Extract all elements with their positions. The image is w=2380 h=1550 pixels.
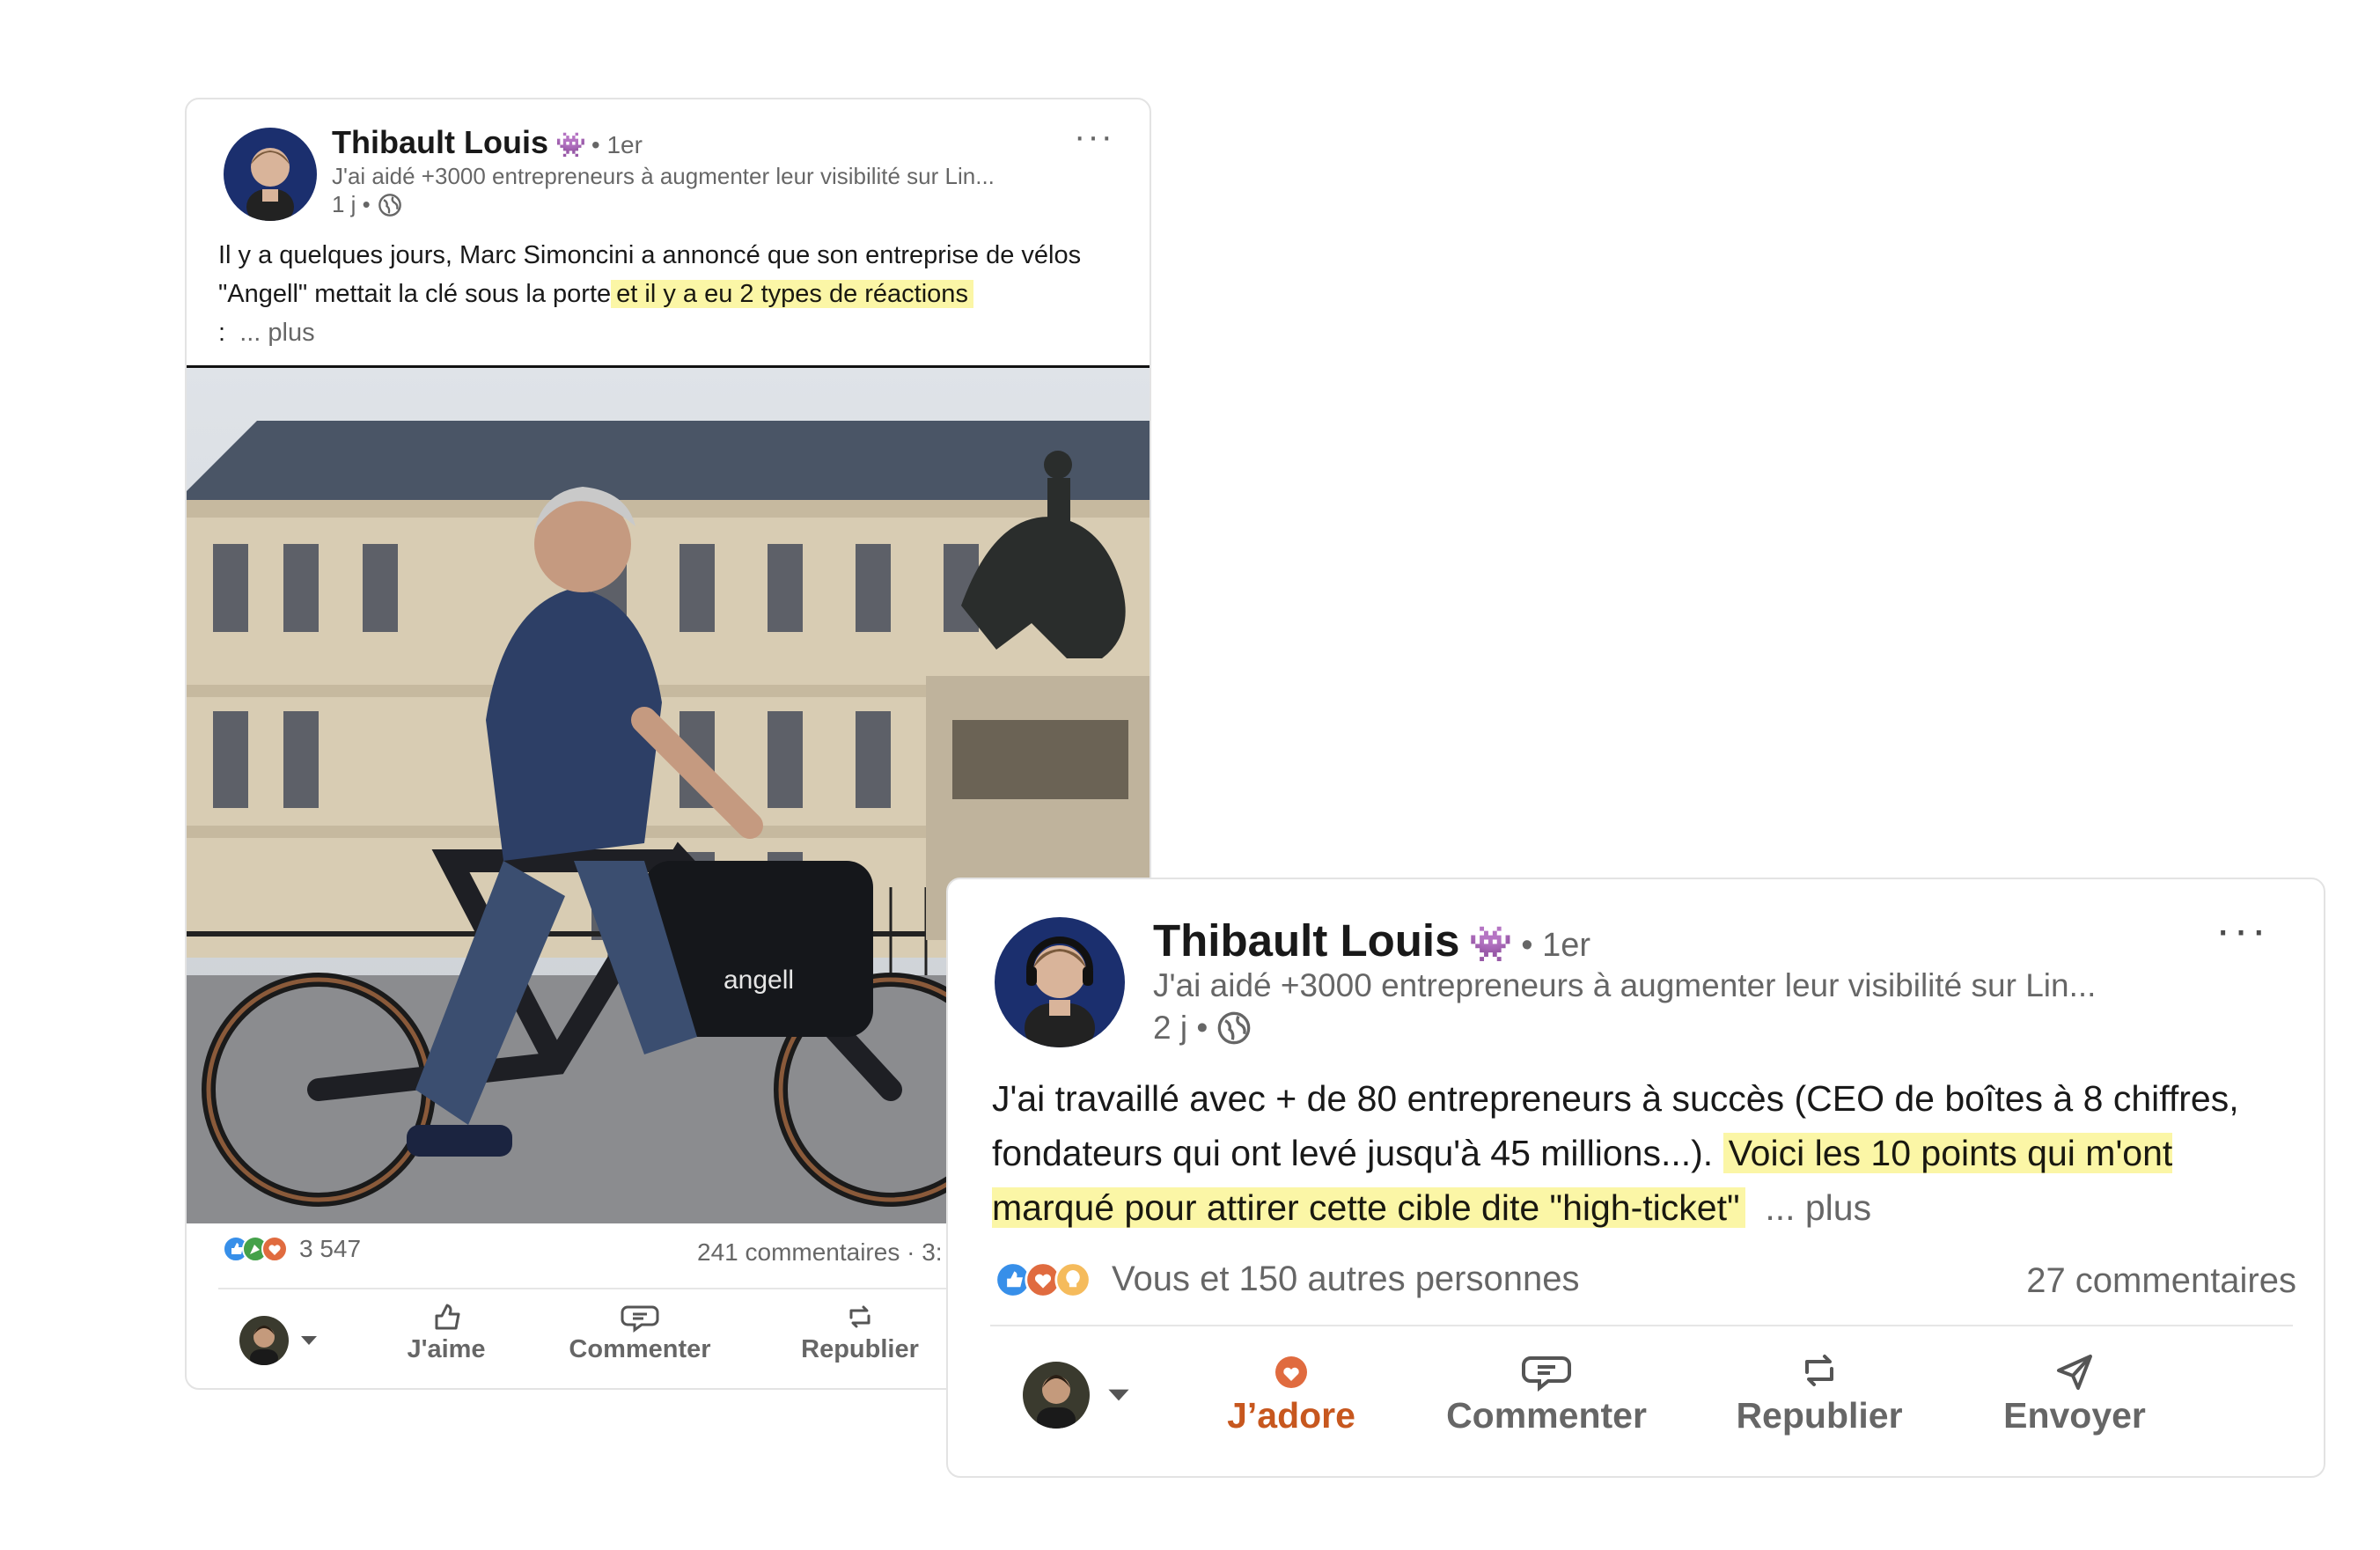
author-headline: J'ai aidé +3000 entrepreneurs à augmente… xyxy=(1153,967,2097,1003)
more-options-icon[interactable]: ··· xyxy=(1074,117,1114,157)
comment-icon xyxy=(1522,1356,1571,1392)
social-counts: Vous et 150 autres personnes 27 commenta… xyxy=(994,1260,2296,1312)
reaction-count[interactable]: 3 547 xyxy=(222,1235,361,1263)
globe-icon xyxy=(378,193,401,217)
see-more-link[interactable]: ... plus xyxy=(1765,1187,1871,1228)
globe-icon xyxy=(1217,1011,1251,1045)
repost-button[interactable]: Republier xyxy=(1705,1346,1934,1436)
love-reaction-icon xyxy=(261,1236,288,1262)
comments-count[interactable]: 241 commentaires · 3: xyxy=(697,1238,943,1267)
bike-brand-text: angell xyxy=(724,966,794,995)
divider xyxy=(990,1325,2293,1326)
send-button[interactable]: Envoyer xyxy=(1969,1346,2180,1436)
connection-degree: • 1er xyxy=(591,131,643,158)
comments-count[interactable]: 27 commentaires xyxy=(2026,1261,2296,1301)
user-avatar xyxy=(239,1316,289,1365)
post-time: 2 j • xyxy=(1153,1010,1252,1047)
more-options-icon[interactable]: ··· xyxy=(2215,904,2269,957)
alien-monster-icon: 👾 xyxy=(555,130,586,158)
post-text: J'ai travaillé avec + de 80 entrepreneur… xyxy=(992,1078,2239,1228)
repost-icon xyxy=(1805,1355,1833,1386)
comment-icon xyxy=(621,1305,659,1333)
see-more-link[interactable]: ... plus xyxy=(239,319,314,347)
author-name[interactable]: Thibault Louis 👾 • 1er xyxy=(1153,915,1590,966)
love-reaction-icon xyxy=(1275,1356,1307,1388)
author-avatar[interactable] xyxy=(995,917,1125,1047)
reaction-identity-switcher[interactable] xyxy=(239,1316,319,1365)
insightful-reaction-icon xyxy=(1054,1260,1091,1298)
post-time: 1 j • xyxy=(332,191,402,218)
author-avatar[interactable] xyxy=(224,128,317,221)
post-card-2: Thibault Louis 👾 • 1er J'ai aidé +3000 ent… xyxy=(946,878,2325,1478)
like-button[interactable]: J'aime xyxy=(389,1298,503,1364)
comment-button[interactable]: Commenter xyxy=(1414,1346,1678,1436)
caret-down-icon xyxy=(301,1336,317,1345)
repost-button[interactable]: Republier xyxy=(772,1298,948,1364)
caret-down-icon xyxy=(1108,1389,1129,1401)
love-button[interactable]: J’adore xyxy=(1212,1346,1370,1436)
alien-monster-icon: 👾 xyxy=(1468,925,1513,965)
reaction-summary[interactable]: Vous et 150 autres personnes xyxy=(994,1260,1579,1299)
connection-degree: • 1er xyxy=(1521,927,1591,964)
reaction-identity-switcher[interactable] xyxy=(1023,1362,1132,1429)
author-name[interactable]: Thibault Louis 👾 • 1er xyxy=(332,124,643,161)
comment-button[interactable]: Commenter xyxy=(534,1298,746,1364)
author-headline: J'ai aidé +3000 entrepreneurs à augmente… xyxy=(332,163,995,189)
post-text: Il y a quelques jours, Marc Simoncini a … xyxy=(218,241,1082,347)
highlighted-text: et il y a eu 2 types de réactions xyxy=(611,280,973,308)
repost-icon xyxy=(849,1305,870,1328)
thumbs-up-icon xyxy=(435,1304,460,1330)
send-icon xyxy=(2057,1355,2092,1390)
user-avatar xyxy=(1023,1362,1090,1429)
